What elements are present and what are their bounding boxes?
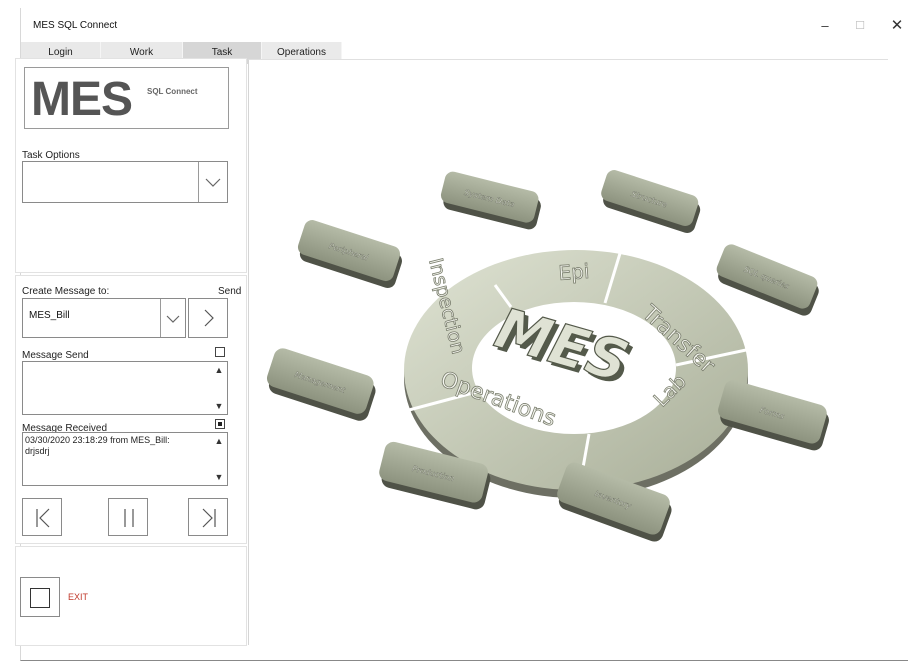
left-pane: MES SQL Connect Task Options Create Mess… <box>15 58 247 646</box>
message-send-label: Message Send <box>22 350 89 361</box>
diagram-canvas: Epi Transfer Lab Operations Inspection M… <box>248 59 888 645</box>
message-panel: Create Message to: Send MES_Bill Message… <box>15 275 247 544</box>
pause-button[interactable] <box>108 498 148 536</box>
scroll-down-icon[interactable]: ▼ <box>213 400 225 412</box>
window-title: MES SQL Connect <box>33 20 118 31</box>
close-button[interactable]: ✕ <box>883 16 908 36</box>
skip-first-icon <box>36 508 50 528</box>
tile-forms[interactable]: Forms <box>714 378 832 453</box>
tile-peripheral[interactable]: Peripheral <box>294 218 406 290</box>
task-options-select[interactable] <box>22 161 228 203</box>
task-options-label: Task Options <box>22 150 80 161</box>
task-options-dropdown-button[interactable] <box>198 162 227 202</box>
exit-label[interactable]: EXIT <box>68 592 88 602</box>
scroll-up-icon[interactable]: ▲ <box>213 364 225 376</box>
create-message-label: Create Message to: <box>22 286 110 297</box>
message-send-input[interactable]: ▲ ▼ <box>22 361 228 415</box>
send-button[interactable] <box>188 298 228 338</box>
ring-label-epi: Epi <box>558 259 590 285</box>
tile-system-data[interactable]: System Data <box>438 170 544 231</box>
chevron-right-icon <box>204 309 214 327</box>
scroll-up-icon[interactable]: ▲ <box>213 435 225 447</box>
message-received-output[interactable]: 03/30/2020 23:18:29 from MES_Bill: drjsd… <box>22 432 228 486</box>
recipient-value: MES_Bill <box>29 310 70 321</box>
message-send-checkbox[interactable] <box>215 347 225 357</box>
task-panel: MES SQL Connect Task Options <box>15 58 247 273</box>
chevron-down-icon <box>166 315 180 323</box>
stop-icon <box>30 588 50 608</box>
tile-sql-queries[interactable]: SQL queries <box>712 242 823 318</box>
mes-diagram: Epi Transfer Lab Operations Inspection M… <box>263 168 832 542</box>
first-message-button[interactable] <box>22 498 62 536</box>
tile-structure[interactable]: Structure <box>597 168 704 235</box>
exit-button[interactable] <box>20 577 60 617</box>
recipient-select[interactable]: MES_Bill <box>22 298 186 338</box>
title-bar: MES SQL Connect – ☐ ✕ <box>21 8 908 40</box>
logo-sub-text: SQL Connect <box>147 87 198 96</box>
send-label: Send <box>218 286 242 297</box>
exit-panel: EXIT <box>15 546 247 646</box>
recipient-dropdown-button[interactable] <box>160 299 185 337</box>
chevron-down-icon <box>205 178 221 187</box>
message-received-text: 03/30/2020 23:18:29 from MES_Bill: drjsd… <box>25 435 170 456</box>
logo-main-text: MES <box>31 73 133 126</box>
minimize-button[interactable]: – <box>811 16 839 36</box>
last-message-button[interactable] <box>188 498 228 536</box>
pause-icon <box>124 509 134 527</box>
tile-management[interactable]: Management <box>263 346 380 423</box>
scroll-down-icon[interactable]: ▼ <box>213 471 225 483</box>
maximize-button[interactable]: ☐ <box>846 16 874 36</box>
message-received-checkbox[interactable] <box>215 419 225 429</box>
skip-last-icon <box>202 508 216 528</box>
mes-logo: MES SQL Connect <box>24 67 229 129</box>
